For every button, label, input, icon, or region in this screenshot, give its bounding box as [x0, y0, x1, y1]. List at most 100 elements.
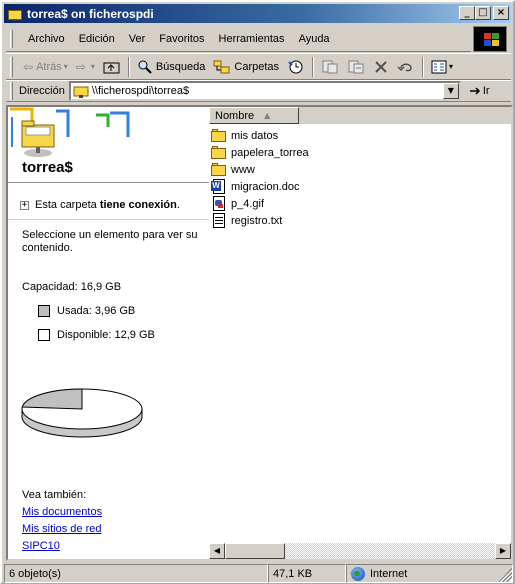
title-bar[interactable]: torrea$ on ficherospdi _ □ ×: [4, 4, 511, 23]
toolbar-separator: [312, 56, 315, 77]
content-area: torrea$ + Esta carpeta tiene conexión. S…: [6, 105, 513, 561]
file-name: p_4.gif: [231, 197, 265, 210]
address-grip[interactable]: [10, 82, 13, 100]
undo-button[interactable]: [393, 56, 419, 78]
network-folder-icon: [7, 7, 23, 21]
list-item[interactable]: papelera_torrea: [211, 144, 309, 161]
go-label: Ir: [482, 85, 490, 97]
minimize-button[interactable]: _: [459, 6, 475, 20]
folders-icon: [213, 60, 230, 73]
chevron-down-icon: ▾: [63, 62, 68, 71]
column-name-label: Nombre: [215, 109, 255, 122]
toolbar-grip[interactable]: [10, 56, 13, 77]
link-mis-documentos[interactable]: Mis documentos: [22, 506, 102, 518]
list-item[interactable]: p_4.gif: [211, 195, 309, 212]
horizontal-scrollbar[interactable]: ◀ ▶: [209, 543, 511, 559]
address-input[interactable]: \\ficherospdi\torrea$ ▼: [68, 81, 461, 101]
move-to-button[interactable]: [317, 56, 343, 78]
free-swatch: [38, 329, 50, 341]
pane-divider: [8, 219, 209, 220]
list-item[interactable]: www: [211, 161, 309, 178]
resize-grip-icon[interactable]: [498, 568, 512, 582]
file-list-pane: Nombre ▲ mis datos papelera_torrea www W…: [209, 107, 511, 559]
used-slice: [21, 388, 83, 410]
file-list: mis datos papelera_torrea www W migracio…: [211, 127, 309, 229]
menu-ayuda[interactable]: Ayuda: [292, 31, 337, 47]
link-sipc10[interactable]: SIPC10: [22, 540, 60, 552]
search-button[interactable]: Búsqueda: [133, 56, 210, 78]
connection-status: + Esta carpeta tiene conexión.: [20, 199, 180, 211]
maximize-button[interactable]: □: [475, 6, 491, 20]
internet-globe-icon: [351, 566, 365, 581]
link-mis-sitios-de-red[interactable]: Mis sitios de red: [22, 523, 101, 535]
history-button[interactable]: [283, 56, 309, 78]
disk-usage-pie: [21, 388, 143, 438]
list-item[interactable]: registro.txt: [211, 212, 309, 229]
copy-to-icon: [348, 60, 364, 73]
delete-button[interactable]: [369, 56, 393, 78]
folders-button[interactable]: Carpetas: [209, 56, 283, 78]
expand-icon[interactable]: +: [20, 200, 29, 210]
file-name: www: [231, 163, 255, 176]
connection-suffix: .: [176, 199, 180, 211]
text-file-icon: [211, 213, 227, 228]
menu-grip[interactable]: [10, 29, 13, 48]
copy-to-button[interactable]: [343, 56, 369, 78]
forward-arrow-icon: ⇨: [75, 59, 86, 74]
connection-prefix: Esta carpeta: [35, 199, 97, 211]
used-legend: Usada: 3,96 GB: [38, 305, 135, 317]
file-name: papelera_torrea: [231, 146, 309, 159]
explorer-window: torrea$ on ficherospdi _ □ × Archivo Edi…: [0, 0, 515, 584]
forward-button[interactable]: ⇨ ▾: [72, 56, 99, 78]
go-button[interactable]: Ir: [467, 84, 490, 98]
status-bar: 6 objeto(s) 47,1 KB Internet: [4, 564, 513, 583]
folder-icon: [211, 128, 227, 143]
banner-divider: [8, 182, 209, 183]
folder-title: torrea$: [22, 159, 73, 176]
history-icon: [288, 60, 303, 73]
column-name-header[interactable]: Nombre ▲: [209, 107, 299, 124]
used-swatch: [38, 305, 50, 317]
file-name: mis datos: [231, 129, 279, 142]
column-header: Nombre ▲: [209, 107, 511, 124]
back-label: Atrás: [36, 60, 62, 73]
chevron-down-icon: ▾: [449, 62, 454, 71]
search-label: Búsqueda: [155, 60, 206, 73]
address-dropdown-button[interactable]: ▼: [442, 83, 459, 99]
free-text: Disponible: 12,9 GB: [57, 329, 155, 341]
views-button[interactable]: ▾: [427, 56, 457, 78]
menu-ver[interactable]: Ver: [122, 31, 153, 47]
scroll-track[interactable]: [225, 543, 495, 559]
capacity-text: Capacidad: 16,9 GB: [22, 281, 122, 293]
menu-favoritos[interactable]: Favoritos: [152, 31, 211, 47]
word-document-icon: W: [211, 179, 227, 194]
toolbar-separator: [422, 56, 425, 77]
used-text: Usada: 3,96 GB: [57, 305, 136, 317]
go-arrow-icon: [469, 87, 480, 95]
list-item[interactable]: W migracion.doc: [211, 178, 309, 195]
delete-icon: [375, 60, 387, 73]
selection-hint: Seleccione un elemento para ver su conte…: [22, 229, 198, 254]
back-arrow-icon: ⇦: [23, 59, 34, 74]
scroll-right-button[interactable]: ▶: [495, 543, 511, 559]
list-item[interactable]: mis datos: [211, 127, 309, 144]
toolbar-separator: [127, 56, 130, 77]
status-zone-label: Internet: [370, 567, 408, 580]
scroll-left-button[interactable]: ◀: [209, 543, 225, 559]
gif-image-icon: [211, 196, 227, 211]
address-label: Dirección: [19, 85, 65, 97]
sort-ascending-icon: ▲: [264, 110, 271, 120]
menu-herramientas[interactable]: Herramientas: [212, 31, 292, 47]
menu-archivo[interactable]: Archivo: [21, 31, 72, 47]
views-icon: [431, 60, 447, 73]
up-folder-icon: [103, 62, 120, 73]
network-folder-icon: [73, 84, 89, 98]
menu-bar: Archivo Edición Ver Favoritos Herramient…: [6, 26, 471, 52]
menu-edicion[interactable]: Edición: [72, 31, 122, 47]
back-button[interactable]: ⇦ Atrás ▾: [19, 56, 72, 78]
close-button[interactable]: ×: [493, 6, 509, 20]
scroll-thumb[interactable]: [225, 543, 285, 559]
windows-logo-icon: [473, 26, 507, 52]
up-folder-button[interactable]: [99, 56, 125, 78]
window-title: torrea$ on ficherospdi: [27, 6, 154, 21]
